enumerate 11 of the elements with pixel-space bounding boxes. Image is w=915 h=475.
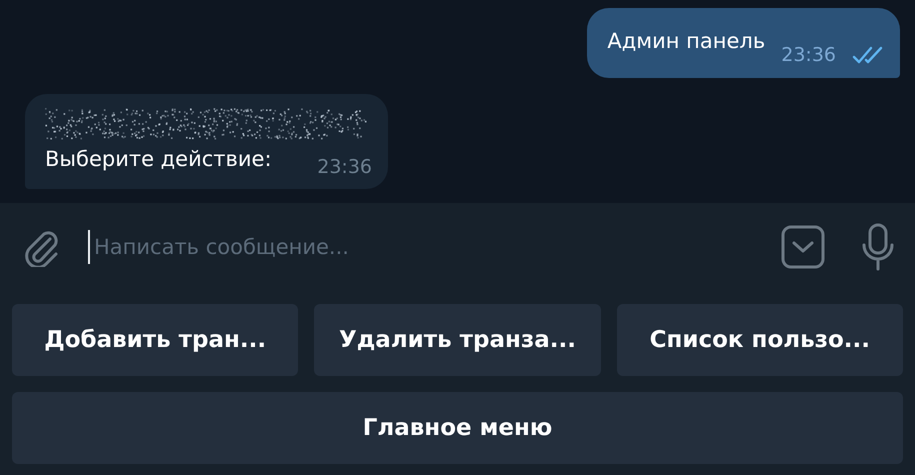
message-time: 23:36	[781, 43, 836, 68]
message-text: Админ панель	[607, 28, 766, 55]
microphone-icon[interactable]	[861, 222, 895, 270]
keyboard-toggle-icon[interactable]	[781, 224, 825, 268]
message-time: 23:36	[317, 154, 372, 180]
keyboard-button[interactable]: Добавить тран...	[12, 304, 298, 376]
keyboard-button[interactable]: Удалить транза...	[314, 304, 601, 376]
message-composer[interactable]: Написать сообщение...	[0, 203, 915, 290]
message-text: Выберите действие:	[45, 146, 272, 172]
keyboard-button[interactable]: Список пользо...	[616, 304, 903, 376]
keyboard-button[interactable]: Главное меню	[12, 392, 903, 464]
